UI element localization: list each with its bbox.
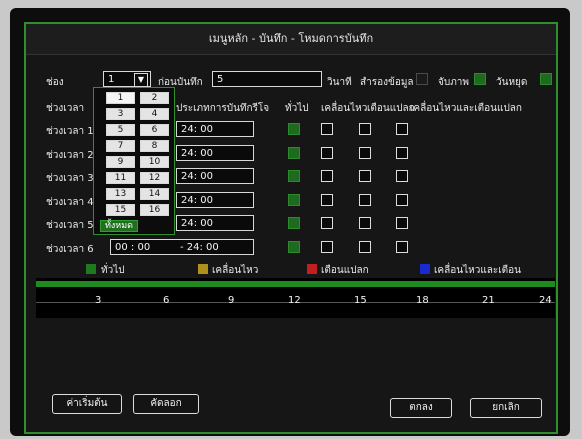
motion-checkbox[interactable] — [321, 123, 333, 135]
alarm-column-header: เตือนแปลก — [367, 103, 415, 114]
period-end-input[interactable]: 24: 00 — [176, 168, 254, 184]
schedule-timeline[interactable]: 3 6 9 12 15 18 21 24 — [36, 278, 555, 318]
motion-checkbox[interactable] — [321, 147, 333, 159]
period-header: ช่วงเวลา — [46, 103, 85, 114]
timeline-tick: 9 — [228, 295, 235, 306]
channel-select[interactable]: 1 ▼ — [103, 71, 151, 87]
motion-checkbox[interactable] — [321, 170, 333, 182]
timeline-tick: 6 — [163, 295, 170, 306]
motion-alarm-checkbox[interactable] — [396, 217, 408, 229]
channel-option[interactable]: 14 — [140, 188, 169, 200]
legend-motion-swatch — [198, 264, 208, 274]
motion-column-header: เคลื่อนไหว — [321, 103, 368, 114]
channel-value: 1 — [108, 74, 115, 85]
period-end-input[interactable]: 24: 00 — [176, 192, 254, 208]
channel-option[interactable]: 6 — [140, 124, 169, 136]
general-checkbox[interactable] — [288, 241, 300, 253]
type-header: ประเภทการบันทึกรีโจ — [176, 103, 270, 114]
general-checkbox[interactable] — [288, 170, 300, 182]
motion-alarm-checkbox[interactable] — [396, 147, 408, 159]
period-label: ช่วงเวลา 5 — [46, 220, 94, 231]
motion-alarm-checkbox[interactable] — [396, 241, 408, 253]
period-label: ช่วงเวลา 1 — [46, 126, 94, 137]
channel-option[interactable]: 1 — [106, 92, 135, 104]
general-checkbox[interactable] — [288, 147, 300, 159]
alarm-checkbox[interactable] — [359, 217, 371, 229]
period-end-input[interactable]: 24: 00 — [176, 215, 254, 231]
period-label: ช่วงเวลา 3 — [46, 173, 94, 184]
alarm-checkbox[interactable] — [359, 194, 371, 206]
dialog-title: เมนูหลัก - บันทึก - โหมดการบันทึก — [26, 24, 556, 55]
period-end-input[interactable]: 24: 00 — [176, 145, 254, 161]
channel-option[interactable]: 5 — [106, 124, 135, 136]
channel-option[interactable]: 12 — [140, 172, 169, 184]
timeline-tick: 18 — [416, 295, 429, 306]
legend-alarm-swatch — [307, 264, 317, 274]
timeline-tick: 12 — [288, 295, 301, 306]
snapshot-checkbox[interactable] — [474, 73, 486, 85]
channel-option[interactable]: 9 — [106, 156, 135, 168]
general-checkbox[interactable] — [288, 217, 300, 229]
motion-alarm-checkbox[interactable] — [396, 194, 408, 206]
legend-general-label: ทั่วไป — [101, 265, 125, 276]
motion-checkbox[interactable] — [321, 194, 333, 206]
motion-alarm-checkbox[interactable] — [396, 170, 408, 182]
motion-alarm-checkbox[interactable] — [396, 123, 408, 135]
period-label: ช่วงเวลา 6 — [46, 244, 94, 255]
channel-option[interactable]: 10 — [140, 156, 169, 168]
chevron-down-icon[interactable]: ▼ — [134, 73, 148, 87]
channel-dropdown: 1 2 3 4 5 6 7 8 9 10 11 12 13 14 15 16 ท… — [93, 87, 175, 235]
cancel-button[interactable]: ยกเลิก — [470, 398, 542, 418]
channel-option[interactable]: 3 — [106, 108, 135, 120]
holiday-label: วันหยุด — [496, 77, 528, 88]
channel-option[interactable]: 13 — [106, 188, 135, 200]
general-checkbox[interactable] — [288, 194, 300, 206]
motion-checkbox[interactable] — [321, 217, 333, 229]
alarm-checkbox[interactable] — [359, 147, 371, 159]
channel-option[interactable]: 4 — [140, 108, 169, 120]
holiday-checkbox[interactable] — [540, 73, 552, 85]
alarm-checkbox[interactable] — [359, 170, 371, 182]
channel-option[interactable]: 7 — [106, 140, 135, 152]
redundancy-label: สำรองข้อมูล — [360, 77, 414, 88]
period-end-input[interactable]: - 24: 00 — [176, 239, 254, 255]
motion-checkbox[interactable] — [321, 241, 333, 253]
general-column-header: ทั่วไป — [285, 103, 309, 114]
timeline-general-bar — [36, 281, 555, 287]
ok-button[interactable]: ตกลง — [390, 398, 452, 418]
channel-option[interactable]: 15 — [106, 204, 135, 216]
period-label: ช่วงเวลา 2 — [46, 150, 94, 161]
timeline-tick: 3 — [95, 295, 102, 306]
channel-label: ช่อง — [46, 77, 64, 88]
period-label: ช่วงเวลา 4 — [46, 197, 94, 208]
prerecord-input[interactable]: 5 — [212, 71, 322, 87]
channel-option[interactable]: 16 — [140, 204, 169, 216]
timeline-tick: 24 — [539, 295, 552, 306]
prerecord-unit: วินาที — [327, 77, 352, 88]
channel-option-all[interactable]: ทั้งหมด — [100, 220, 138, 232]
channel-option[interactable]: 2 — [140, 92, 169, 104]
channel-option[interactable]: 11 — [106, 172, 135, 184]
legend-motion-alarm-swatch — [420, 264, 430, 274]
snapshot-label: จับภาพ — [438, 77, 470, 88]
legend-motion-alarm-label: เคลื่อนไหวและเตือน — [434, 265, 522, 276]
channel-option[interactable]: 8 — [140, 140, 169, 152]
default-button[interactable]: ค่าเริ่มต้น — [52, 394, 122, 414]
timeline-tick: 15 — [354, 295, 367, 306]
legend-motion-label: เคลื่อนไหว — [212, 265, 259, 276]
alarm-checkbox[interactable] — [359, 123, 371, 135]
legend-alarm-label: เตือนแปลก — [321, 265, 369, 276]
period-end-input[interactable]: 24: 00 — [176, 121, 254, 137]
redundancy-checkbox[interactable] — [416, 73, 428, 85]
general-checkbox[interactable] — [288, 123, 300, 135]
alarm-checkbox[interactable] — [359, 241, 371, 253]
legend-general-swatch — [86, 264, 96, 274]
motion-alarm-column-header: เคลื่อนไหวและเตือนแปลก — [410, 103, 522, 114]
period-start-input[interactable]: 00 : 00 — [110, 239, 178, 255]
timeline-tick: 21 — [482, 295, 495, 306]
copy-button[interactable]: คัดลอก — [133, 394, 199, 414]
